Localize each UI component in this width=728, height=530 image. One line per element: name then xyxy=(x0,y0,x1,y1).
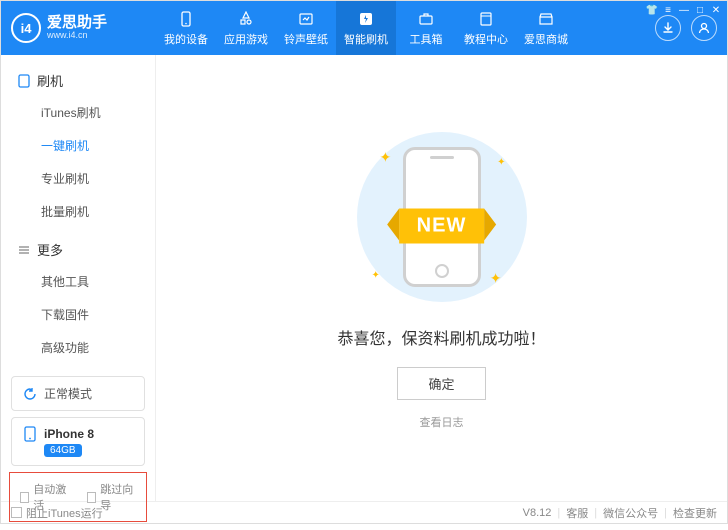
sidebar: 刷机 iTunes刷机 一键刷机 专业刷机 批量刷机 更多 其他工具 下载固件 … xyxy=(1,55,156,501)
sidebar-item-other-tools[interactable]: 其他工具 xyxy=(1,265,155,298)
sidebar-item-batch-flash[interactable]: 批量刷机 xyxy=(1,195,155,228)
app-header: 👕 ≡ ― □ ✕ i4 爱思助手 www.i4.cn 我的设备 应用游戏 铃声… xyxy=(1,1,727,55)
sidebar-item-oneclick-flash[interactable]: 一键刷机 xyxy=(1,129,155,162)
menu-icon[interactable]: ≡ xyxy=(661,3,675,17)
main-content: NEW ✦ ✦ ✦ ✦ 恭喜您，保资料刷机成功啦！ 确定 查看日志 xyxy=(156,55,727,501)
media-icon xyxy=(297,10,315,28)
sparkle-icon: ✦ xyxy=(490,270,502,287)
nav-label: 教程中心 xyxy=(464,31,508,47)
nav-toolbox[interactable]: 工具箱 xyxy=(396,1,456,55)
apps-icon xyxy=(237,10,255,28)
sidebar-item-pro-flash[interactable]: 专业刷机 xyxy=(1,162,155,195)
window-controls: 👕 ≡ ― □ ✕ xyxy=(641,1,727,19)
app-body: 刷机 iTunes刷机 一键刷机 专业刷机 批量刷机 更多 其他工具 下载固件 … xyxy=(1,55,727,501)
nav-label: 爱思商城 xyxy=(524,31,568,47)
nav-tutorial[interactable]: 教程中心 xyxy=(456,1,516,55)
toolbox-icon xyxy=(417,10,435,28)
success-message: 恭喜您，保资料刷机成功啦！ xyxy=(337,325,545,349)
sidebar-group-flash: 刷机 iTunes刷机 一键刷机 专业刷机 批量刷机 xyxy=(1,65,155,234)
update-link[interactable]: 检查更新 xyxy=(673,505,717,521)
checkbox-icon xyxy=(20,492,29,503)
version-label: V8.12 xyxy=(523,507,552,519)
sidebar-group-title: 刷机 xyxy=(1,65,155,96)
store-icon xyxy=(537,10,555,28)
phone-icon xyxy=(177,10,195,28)
confirm-button[interactable]: 确定 xyxy=(397,367,485,400)
nav-media[interactable]: 铃声壁纸 xyxy=(276,1,336,55)
logo: i4 爱思助手 www.i4.cn xyxy=(1,13,156,43)
sidebar-item-download-firmware[interactable]: 下载固件 xyxy=(1,298,155,331)
wechat-link[interactable]: 微信公众号 xyxy=(603,505,658,521)
checkbox-icon xyxy=(87,492,96,503)
shirt-icon[interactable]: 👕 xyxy=(645,3,659,17)
device-name: iPhone 8 xyxy=(44,427,94,441)
nav-my-device[interactable]: 我的设备 xyxy=(156,1,216,55)
nav-label: 工具箱 xyxy=(410,31,443,47)
list-icon xyxy=(17,244,31,256)
device-phone-icon xyxy=(22,426,38,442)
sidebar-item-advanced[interactable]: 高级功能 xyxy=(1,331,155,364)
nav-label: 应用游戏 xyxy=(224,31,268,47)
logo-name: 爱思助手 xyxy=(47,15,107,32)
footer-right: V8.12 | 客服 | 微信公众号 | 检查更新 xyxy=(523,505,717,521)
logo-url: www.i4.cn xyxy=(47,31,107,41)
sparkle-icon: ✦ xyxy=(372,270,380,281)
nav-label: 智能刷机 xyxy=(344,31,388,47)
mode-label: 正常模式 xyxy=(44,385,92,402)
nav-label: 我的设备 xyxy=(164,31,208,47)
flash-icon xyxy=(357,10,375,28)
maximize-icon[interactable]: □ xyxy=(693,3,707,17)
checkbox-block-itunes[interactable]: 阻止iTunes运行 xyxy=(11,505,103,521)
storage-badge: 64GB xyxy=(44,444,82,457)
device-box[interactable]: iPhone 8 64GB xyxy=(11,417,145,466)
refresh-icon xyxy=(22,386,38,402)
top-nav: 我的设备 应用游戏 铃声壁纸 智能刷机 工具箱 教程中心 爱思商城 xyxy=(156,1,576,55)
sidebar-item-itunes-flash[interactable]: iTunes刷机 xyxy=(1,96,155,129)
sidebar-group-more: 更多 其他工具 下载固件 高级功能 xyxy=(1,234,155,370)
nav-apps[interactable]: 应用游戏 xyxy=(216,1,276,55)
support-link[interactable]: 客服 xyxy=(566,505,588,521)
book-icon xyxy=(477,10,495,28)
nav-label: 铃声壁纸 xyxy=(284,31,328,47)
checkbox-icon xyxy=(11,507,22,518)
success-illustration: NEW ✦ ✦ ✦ ✦ xyxy=(342,127,542,307)
nav-store[interactable]: 爱思商城 xyxy=(516,1,576,55)
phone-icon xyxy=(17,74,31,88)
nav-flash[interactable]: 智能刷机 xyxy=(336,1,396,55)
new-ribbon: NEW xyxy=(399,208,485,243)
minimize-icon[interactable]: ― xyxy=(677,3,691,17)
close-icon[interactable]: ✕ xyxy=(709,3,723,17)
sparkle-icon: ✦ xyxy=(380,149,392,166)
mode-box[interactable]: 正常模式 xyxy=(11,376,145,411)
sparkle-icon: ✦ xyxy=(497,157,505,168)
sidebar-group-title: 更多 xyxy=(1,234,155,265)
logo-badge: i4 xyxy=(11,13,41,43)
view-log-link[interactable]: 查看日志 xyxy=(420,414,464,430)
